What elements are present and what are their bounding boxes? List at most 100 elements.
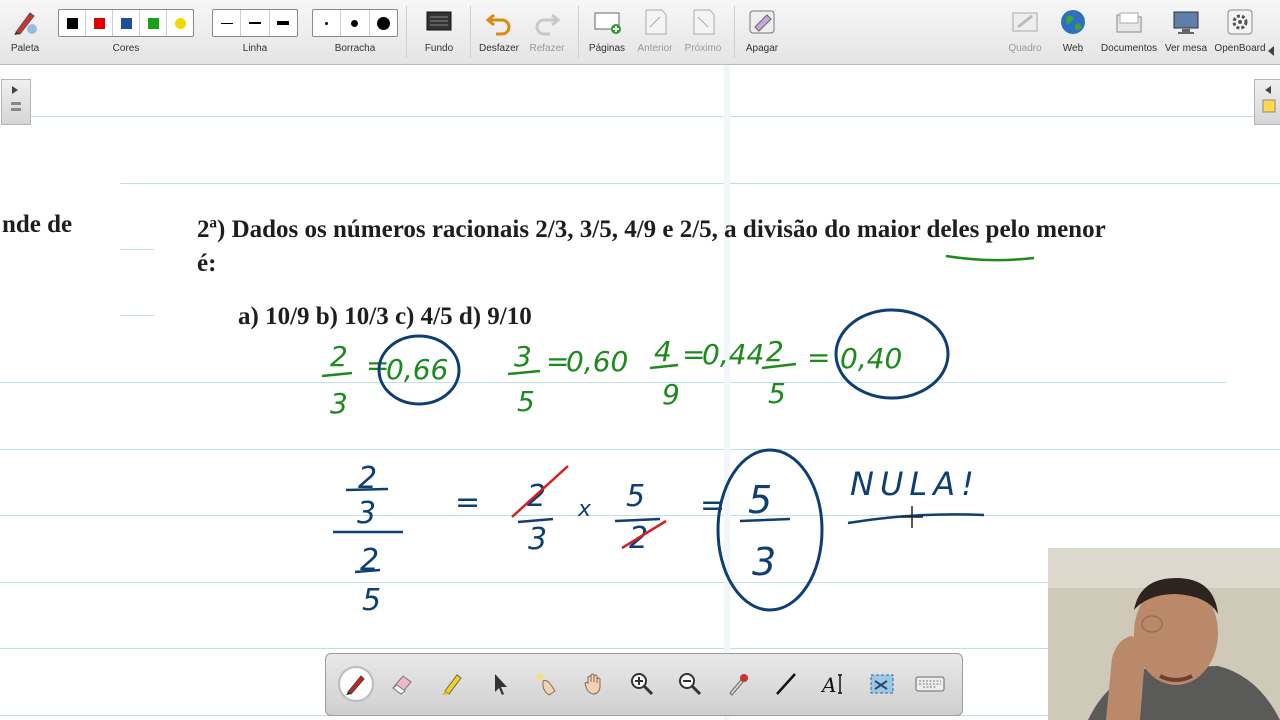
pointer-arrow-icon <box>495 674 507 695</box>
eraser-icon <box>392 675 412 695</box>
color-black[interactable] <box>59 10 86 36</box>
color-red[interactable] <box>86 10 113 36</box>
pages-label: Páginas <box>588 43 626 54</box>
keyboard-icon <box>915 676 945 692</box>
background-label: Fundo <box>424 43 454 54</box>
frac2-num: 3 <box>514 340 532 373</box>
desktop-label: Ver mesa <box>1164 43 1208 54</box>
toolbar-divider <box>578 6 579 58</box>
desktop-button[interactable]: Ver mesa <box>1162 0 1210 64</box>
line-thick[interactable] <box>270 10 297 36</box>
times-sign: x <box>577 497 592 522</box>
cf-bot-num: 2 <box>360 543 379 578</box>
svg-text:A: A <box>821 673 836 697</box>
eraser-medium[interactable] <box>341 10 370 36</box>
frac2-den: 5 <box>517 385 535 418</box>
eraser-tool[interactable] <box>386 668 418 700</box>
frac1-den: 3 <box>330 387 348 420</box>
hand-tool[interactable] <box>578 668 610 700</box>
text-tool-icon: A <box>821 673 842 697</box>
collapse-toolbar-handle[interactable] <box>1266 44 1276 56</box>
toolbar-divider <box>734 6 735 58</box>
color-green[interactable] <box>140 10 167 36</box>
colors-label: Cores <box>112 43 140 54</box>
highlighter-icon <box>442 674 462 695</box>
line-label: Linha <box>242 43 268 54</box>
line-thin[interactable] <box>213 10 242 36</box>
frac3-val: 0,44 <box>702 338 764 371</box>
background-button[interactable]: Fundo <box>414 0 464 64</box>
redo-label: Refazer <box>529 43 565 54</box>
eq1: = <box>455 485 480 520</box>
previous-page-icon <box>640 7 670 40</box>
eraser-large[interactable] <box>370 10 397 36</box>
color-picker-tool[interactable] <box>722 668 754 700</box>
palette-button[interactable]: Paleta <box>2 0 48 64</box>
r-den1: 3 <box>528 522 547 557</box>
frac4-den: 5 <box>768 377 786 410</box>
previous-button[interactable]: Anterior <box>632 0 678 64</box>
laser-pointer-icon <box>537 674 556 696</box>
pages-button[interactable]: Páginas <box>584 0 630 64</box>
previous-label: Anterior <box>637 43 673 54</box>
zoom-in-tool[interactable] <box>626 668 658 700</box>
color-blue[interactable] <box>113 10 140 36</box>
selector-tool[interactable] <box>484 668 516 700</box>
r-num1: 2 <box>527 479 546 514</box>
frac4-eq: = <box>807 341 830 374</box>
result-num: 5 <box>748 478 772 522</box>
documents-button[interactable]: Documentos <box>1098 0 1160 64</box>
r-num2: 5 <box>626 479 645 514</box>
frac4-val: 0,40 <box>840 342 902 375</box>
eraser-group: Borracha <box>312 0 398 64</box>
web-button[interactable]: Web <box>1050 0 1096 64</box>
highlighter-tool[interactable] <box>436 668 468 700</box>
virtual-keyboard-tool[interactable] <box>914 668 946 700</box>
underline-ink <box>945 254 1035 262</box>
zoom-out-tool[interactable] <box>674 668 706 700</box>
board-icon <box>1010 7 1040 40</box>
desktop-icon <box>1171 7 1201 40</box>
documents-label: Documentos <box>1100 43 1158 54</box>
openboard-label: OpenBoard <box>1214 43 1266 54</box>
line-tool[interactable] <box>770 668 802 700</box>
top-toolbar: Paleta Cores Linha Borracha Fundo Desfaz… <box>0 0 1280 65</box>
color-swatches <box>58 9 194 37</box>
line-width-options <box>212 9 298 37</box>
eraser-small[interactable] <box>313 10 342 36</box>
folder-icon <box>1114 7 1144 40</box>
board-button[interactable]: Quadro <box>1002 0 1048 64</box>
undo-icon <box>484 7 514 40</box>
text-tool[interactable]: A <box>818 668 850 700</box>
openboard-button[interactable]: OpenBoard <box>1212 0 1268 64</box>
zoom-in-icon <box>631 673 654 696</box>
toolbar-divider <box>406 6 407 58</box>
clear-page-icon <box>747 7 777 40</box>
zoom-out-icon <box>679 673 702 696</box>
cf-bot-den: 5 <box>362 583 381 618</box>
next-button[interactable]: Próximo <box>680 0 726 64</box>
frac1-val: 0,66 <box>386 353 448 386</box>
hand-icon <box>584 673 601 695</box>
next-label: Próximo <box>684 43 722 54</box>
undo-button[interactable]: Desfazer <box>474 0 524 64</box>
capture-tool[interactable] <box>866 668 898 700</box>
colors-group: Cores <box>56 0 196 64</box>
line-medium[interactable] <box>241 10 270 36</box>
presenter-video <box>1048 548 1280 720</box>
clear-button[interactable]: Apagar <box>740 0 784 64</box>
pen-tool[interactable] <box>340 668 372 700</box>
clear-label: Apagar <box>745 43 779 54</box>
color-yellow[interactable] <box>167 10 193 36</box>
add-page-icon <box>592 7 622 40</box>
capture-icon <box>870 674 894 694</box>
result-den: 3 <box>752 540 776 584</box>
laser-pointer-tool[interactable] <box>530 668 562 700</box>
eraser-label: Borracha <box>334 43 376 54</box>
pen-icon <box>346 675 365 695</box>
board-label: Quadro <box>1008 43 1042 54</box>
globe-icon <box>1058 7 1088 40</box>
redo-button[interactable]: Refazer <box>524 0 570 64</box>
gear-icon <box>1225 7 1255 40</box>
web-label: Web <box>1062 43 1084 54</box>
